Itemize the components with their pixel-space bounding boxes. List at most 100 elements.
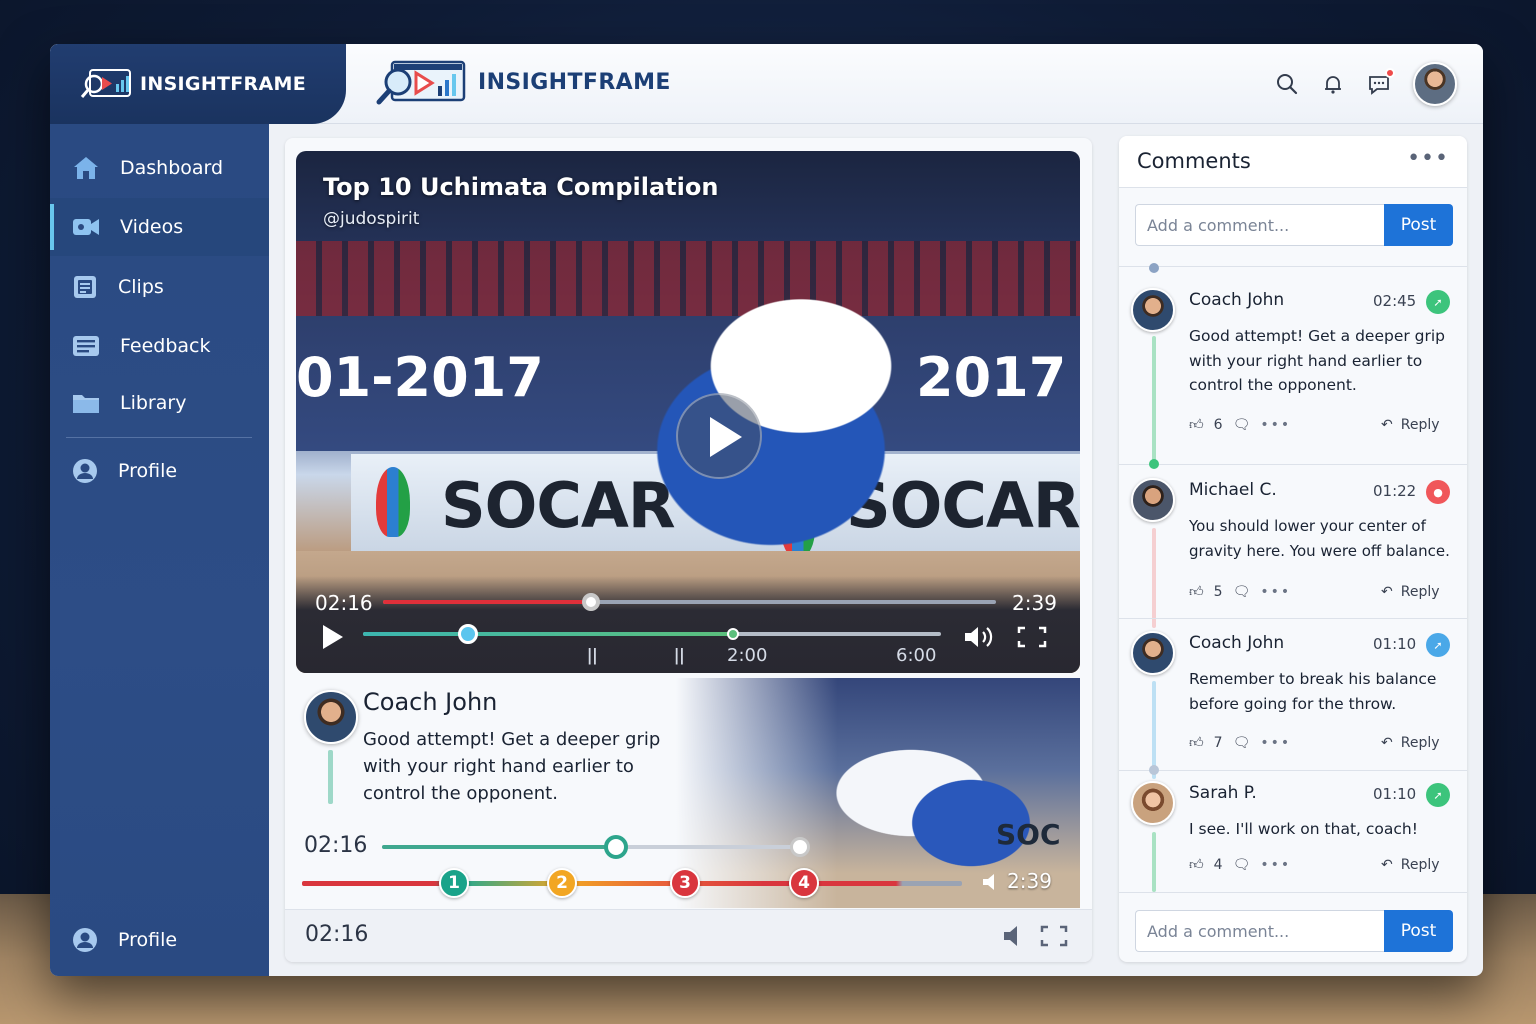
- play-overlay-button[interactable]: [676, 393, 762, 479]
- thumbs-up-icon[interactable]: 👍︎: [1189, 583, 1204, 600]
- like-count: 6: [1213, 416, 1223, 433]
- comment-text: You should lower your center of gravity …: [1189, 517, 1450, 560]
- comment-author: Michael C.: [1189, 480, 1277, 500]
- reply-bubble-icon[interactable]: 🗨︎: [1233, 584, 1251, 600]
- like-count: 7: [1213, 734, 1223, 751]
- comment-author: Coach John: [1189, 290, 1285, 310]
- comments-panel: Comments ••• Post Coach John 02:45 ➚ Goo…: [1119, 136, 1467, 962]
- reply-button[interactable]: ↶ Reply: [1381, 417, 1440, 433]
- comment-actions: 👍︎ 7 🗨︎ •••: [1189, 734, 1291, 752]
- more-options-icon[interactable]: •••: [1407, 146, 1449, 171]
- thumbs-up-icon[interactable]: 👍︎: [1189, 734, 1204, 751]
- reply-bubble-icon[interactable]: 🗨︎: [1233, 417, 1251, 433]
- feedback-frame-sponsor: SOC: [996, 818, 1061, 851]
- user-avatar[interactable]: [1413, 62, 1457, 106]
- avatar[interactable]: [1131, 781, 1175, 825]
- sidebar-item-label: Library: [120, 392, 187, 414]
- duration: 2:39: [1012, 591, 1057, 615]
- feedback-markers-track[interactable]: [302, 881, 962, 886]
- reply-bubble-icon[interactable]: 🗨︎: [1233, 735, 1251, 751]
- clip-start-handle[interactable]: [458, 624, 478, 644]
- sidebar: Dashboard Videos Clips Feedback Library …: [50, 124, 269, 976]
- avatar[interactable]: [1131, 288, 1175, 332]
- clip-end-handle[interactable]: [727, 628, 739, 640]
- avatar[interactable]: [1131, 631, 1175, 675]
- post-button[interactable]: Post: [1384, 910, 1453, 952]
- feedback-scrubber-knob[interactable]: [604, 835, 628, 859]
- thumbs-up-icon[interactable]: 👍︎: [1189, 416, 1204, 433]
- seek-bar[interactable]: [383, 593, 996, 611]
- sidebar-item-dashboard[interactable]: Dashboard: [50, 139, 269, 197]
- comment-text: Remember to break his balance before goi…: [1189, 670, 1437, 713]
- bell-icon[interactable]: [1321, 72, 1345, 96]
- coach-thread-line: [328, 750, 333, 804]
- coach-name: Coach John: [363, 688, 498, 716]
- reply-icon: ↶: [1381, 857, 1393, 873]
- status-badge: ➚: [1426, 290, 1450, 314]
- comment-actions: 👍︎ 6 🗨︎ •••: [1189, 416, 1291, 434]
- play-icon[interactable]: [321, 624, 345, 650]
- volume-icon[interactable]: [1003, 925, 1027, 947]
- feedback-marker[interactable]: 3: [670, 868, 700, 898]
- video-player[interactable]: 01-2017 2017 SOCAR SOCAR Top 10 Uchimata…: [296, 151, 1080, 673]
- volume-icon[interactable]: [982, 872, 1004, 892]
- post-button[interactable]: Post: [1384, 204, 1453, 246]
- sidebar-footer-label: Profile: [118, 929, 178, 951]
- reply-button[interactable]: ↶ Reply: [1381, 857, 1440, 873]
- reply-label: Reply: [1400, 417, 1440, 433]
- reply-label: Reply: [1400, 584, 1440, 600]
- feedback-marker[interactable]: 2: [547, 868, 577, 898]
- comments-divider: [1119, 618, 1467, 619]
- feedback-marker[interactable]: 4: [789, 868, 819, 898]
- sidebar-brand[interactable]: INSIGHTFRAME: [50, 44, 346, 124]
- comments-divider: [1119, 892, 1467, 893]
- top-header: INSIGHTFRAME INSIGHTFRAME: [50, 44, 1483, 124]
- chat-icon[interactable]: [1367, 68, 1395, 96]
- comment-timestamp[interactable]: 01:10: [1373, 785, 1416, 803]
- feedback-marker[interactable]: 1: [439, 868, 469, 898]
- sidebar-item-profile[interactable]: Profile: [50, 442, 269, 500]
- comment-timestamp[interactable]: 02:45: [1373, 292, 1416, 310]
- reply-button[interactable]: ↶ Reply: [1381, 735, 1440, 751]
- sidebar-item-library[interactable]: Library: [50, 374, 269, 432]
- volume-icon[interactable]: [963, 624, 997, 650]
- sidebar-item-clips[interactable]: Clips: [50, 258, 269, 316]
- sidebar-divider: [66, 437, 252, 438]
- thumbs-up-icon[interactable]: 👍︎: [1189, 856, 1204, 873]
- status-badge: ➚: [1426, 783, 1450, 807]
- thread-dot: [1149, 765, 1159, 775]
- clip-timeline[interactable]: [363, 624, 941, 644]
- segment-label: 2:00: [727, 645, 768, 666]
- pause-marker-icon: ǀǀ: [587, 645, 598, 666]
- more-icon[interactable]: •••: [1260, 417, 1291, 433]
- comment-input[interactable]: [1135, 204, 1384, 246]
- more-icon[interactable]: •••: [1260, 857, 1291, 873]
- more-icon[interactable]: •••: [1260, 584, 1291, 600]
- comment-input[interactable]: [1135, 910, 1384, 952]
- header-logo[interactable]: INSIGHTFRAME: [376, 58, 671, 106]
- comment-timestamp[interactable]: 01:22: [1373, 482, 1416, 500]
- comment-text: Good attempt! Get a deeper grip with you…: [1189, 327, 1446, 394]
- feedback-scrubber[interactable]: [382, 835, 810, 859]
- reply-button[interactable]: ↶ Reply: [1381, 584, 1440, 600]
- more-icon[interactable]: •••: [1260, 735, 1291, 751]
- coach-avatar[interactable]: [304, 690, 358, 744]
- reply-bubble-icon[interactable]: 🗨︎: [1233, 857, 1251, 873]
- main-panel: 01-2017 2017 SOCAR SOCAR Top 10 Uchimata…: [285, 138, 1092, 962]
- status-badge: ●: [1426, 480, 1450, 504]
- comments-divider: [1119, 266, 1467, 267]
- comment-timestamp[interactable]: 01:10: [1373, 635, 1416, 653]
- fullscreen-icon[interactable]: [1040, 925, 1068, 947]
- fullscreen-icon[interactable]: [1017, 626, 1047, 648]
- comment-form-bottom: Post: [1135, 910, 1453, 952]
- sidebar-item-videos[interactable]: Videos: [50, 198, 269, 256]
- video-handle[interactable]: @judospirit: [323, 209, 419, 229]
- insightframe-logo-icon: [376, 60, 466, 105]
- feedback-scrubber-end[interactable]: [790, 837, 810, 857]
- sidebar-footer-profile[interactable]: Profile: [50, 911, 269, 969]
- reply-label: Reply: [1400, 857, 1440, 873]
- avatar[interactable]: [1131, 478, 1175, 522]
- search-icon[interactable]: [1275, 72, 1299, 96]
- feedback-icon: [73, 336, 99, 356]
- sidebar-item-feedback[interactable]: Feedback: [50, 317, 269, 375]
